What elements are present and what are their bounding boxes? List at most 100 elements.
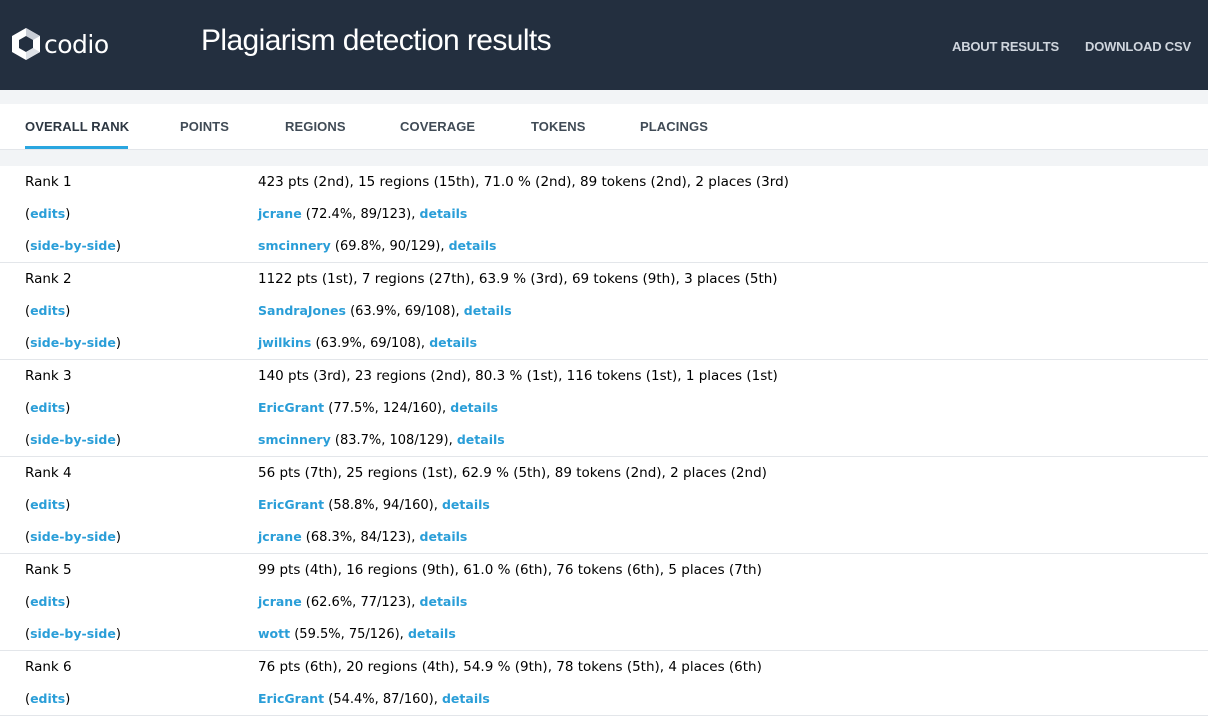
user-match-row: (edits) SandraJones (63.9%, 69/108), deta… — [0, 295, 1208, 327]
user-match-row: (edits) EricGrant (77.5%, 124/160), detai… — [0, 392, 1208, 424]
edits-link[interactable]: edits — [30, 303, 65, 318]
user-stats: (63.9%, 69/108), — [311, 336, 430, 351]
details-link[interactable]: details — [408, 626, 456, 641]
top-bar: codio Plagiarism detection results ABOUT… — [0, 0, 1208, 90]
user-link[interactable]: jwilkins — [258, 335, 311, 350]
details-link[interactable]: details — [464, 303, 512, 318]
details-link[interactable]: details — [429, 335, 477, 350]
side-by-side-link[interactable]: side-by-side — [30, 238, 116, 253]
details-link[interactable]: details — [457, 432, 505, 447]
user-stats: (77.5%, 124/160), — [324, 401, 451, 416]
side-by-side-link[interactable]: side-by-side — [30, 529, 116, 544]
user-stats: (63.9%, 69/108), — [345, 304, 464, 319]
user-match-row: (edits) jcrane (62.6%, 77/123), details — [0, 586, 1208, 618]
active-tab-indicator — [25, 146, 128, 149]
user-stats: (58.8%, 94/160), — [324, 498, 442, 513]
page-title: Plagiarism detection results — [201, 24, 552, 57]
user-match: jcrane (72.4%, 89/123), details — [258, 206, 467, 222]
view-mode: (side-by-side) — [25, 238, 121, 254]
view-mode: (edits) — [25, 594, 71, 610]
details-link[interactable]: details — [420, 206, 468, 221]
rank-summary: 56 pts (7th), 25 regions (1st), 62.9 % (… — [258, 465, 767, 481]
user-stats: (59.5%, 75/126), — [290, 627, 408, 642]
view-mode: (edits) — [25, 400, 71, 416]
edits-link[interactable]: edits — [30, 206, 65, 221]
rank-label: Rank 6 — [25, 659, 72, 675]
user-match-row: (side-by-side) jwilkins (63.9%, 69/108), … — [0, 327, 1208, 359]
user-match-row: (edits) EricGrant (54.4%, 87/160), detail… — [0, 683, 1208, 715]
tab-bar: OVERALL RANK POINTS REGIONS COVERAGE TOK… — [0, 104, 1208, 150]
user-link[interactable]: EricGrant — [258, 497, 324, 512]
rank-block: Rank 3 140 pts (3rd), 23 regions (2nd), 8… — [0, 360, 1208, 457]
tab-tokens[interactable]: TOKENS — [531, 119, 586, 134]
tab-overall-rank[interactable]: OVERALL RANK — [25, 119, 129, 134]
edits-link[interactable]: edits — [30, 594, 65, 609]
view-mode: (side-by-side) — [25, 626, 121, 642]
user-stats: (68.3%, 84/123), — [301, 530, 420, 545]
rank-block: Rank 4 56 pts (7th), 25 regions (1st), 62… — [0, 457, 1208, 554]
user-link[interactable]: wott — [258, 626, 290, 641]
tab-coverage[interactable]: COVERAGE — [400, 119, 475, 134]
user-link[interactable]: jcrane — [258, 529, 302, 544]
codio-logo-icon — [12, 28, 40, 60]
user-link[interactable]: EricGrant — [258, 400, 324, 415]
user-match: wott (59.5%, 75/126), details — [258, 626, 456, 642]
user-stats: (72.4%, 89/123), — [301, 207, 420, 222]
codio-logo[interactable]: codio — [10, 26, 109, 62]
user-stats: (62.6%, 77/123), — [301, 595, 420, 610]
user-match-row: (side-by-side) wott (59.5%, 75/126), deta… — [0, 618, 1208, 650]
details-link[interactable]: details — [420, 529, 468, 544]
details-link[interactable]: details — [442, 691, 490, 706]
user-match-row: (side-by-side) smcinnery (69.8%, 90/129),… — [0, 230, 1208, 262]
view-mode: (side-by-side) — [25, 432, 121, 448]
rank-summary-row: Rank 3 140 pts (3rd), 23 regions (2nd), 8… — [0, 360, 1208, 392]
rank-summary-row: Rank 1 423 pts (2nd), 15 regions (15th), … — [0, 166, 1208, 198]
results-list: Rank 1 423 pts (2nd), 15 regions (15th), … — [0, 166, 1208, 719]
download-csv-link[interactable]: DOWNLOAD CSV — [1085, 39, 1191, 54]
view-mode: (edits) — [25, 691, 71, 707]
user-link[interactable]: jcrane — [258, 206, 302, 221]
about-results-link[interactable]: ABOUT RESULTS — [952, 39, 1059, 54]
user-link[interactable]: smcinnery — [258, 238, 331, 253]
user-link[interactable]: smcinnery — [258, 432, 331, 447]
rank-summary: 99 pts (4th), 16 regions (9th), 61.0 % (… — [258, 562, 762, 578]
user-stats: (83.7%, 108/129), — [330, 433, 457, 448]
user-match: SandraJones (63.9%, 69/108), details — [258, 303, 512, 319]
user-stats: (54.4%, 87/160), — [324, 692, 442, 707]
edits-link[interactable]: edits — [30, 400, 65, 415]
details-link[interactable]: details — [450, 400, 498, 415]
tab-placings[interactable]: PLACINGS — [640, 119, 708, 134]
tab-regions[interactable]: REGIONS — [285, 119, 346, 134]
details-link[interactable]: details — [442, 497, 490, 512]
user-match: EricGrant (77.5%, 124/160), details — [258, 400, 498, 416]
user-match: EricGrant (58.8%, 94/160), details — [258, 497, 490, 513]
rank-summary-row: Rank 5 99 pts (4th), 16 regions (9th), 61… — [0, 554, 1208, 586]
user-match-row: (edits) jcrane (72.4%, 89/123), details — [0, 198, 1208, 230]
details-link[interactable]: details — [449, 238, 497, 253]
details-link[interactable]: details — [420, 594, 468, 609]
rank-summary-row: Rank 4 56 pts (7th), 25 regions (1st), 62… — [0, 457, 1208, 489]
user-match: smcinnery (83.7%, 108/129), details — [258, 432, 505, 448]
user-stats: (69.8%, 90/129), — [330, 239, 449, 254]
rank-summary: 1122 pts (1st), 7 regions (27th), 63.9 %… — [258, 271, 778, 287]
side-by-side-link[interactable]: side-by-side — [30, 626, 116, 641]
logo-text: codio — [44, 29, 109, 59]
view-mode: (edits) — [25, 206, 71, 222]
side-by-side-link[interactable]: side-by-side — [30, 432, 116, 447]
user-link[interactable]: EricGrant — [258, 691, 324, 706]
tab-points[interactable]: POINTS — [180, 119, 229, 134]
rank-block: Rank 6 76 pts (6th), 20 regions (4th), 54… — [0, 651, 1208, 716]
rank-summary: 423 pts (2nd), 15 regions (15th), 71.0 %… — [258, 174, 789, 190]
view-mode: (side-by-side) — [25, 335, 121, 351]
user-link[interactable]: jcrane — [258, 594, 302, 609]
user-match: jwilkins (63.9%, 69/108), details — [258, 335, 477, 351]
side-by-side-link[interactable]: side-by-side — [30, 335, 116, 350]
rank-summary-row: Rank 6 76 pts (6th), 20 regions (4th), 54… — [0, 651, 1208, 683]
edits-link[interactable]: edits — [30, 691, 65, 706]
user-match: smcinnery (69.8%, 90/129), details — [258, 238, 496, 254]
edits-link[interactable]: edits — [30, 497, 65, 512]
rank-label: Rank 3 — [25, 368, 72, 384]
rank-block: Rank 1 423 pts (2nd), 15 regions (15th), … — [0, 166, 1208, 263]
user-match-row: (side-by-side) smcinnery (83.7%, 108/129)… — [0, 424, 1208, 456]
user-link[interactable]: SandraJones — [258, 303, 346, 318]
